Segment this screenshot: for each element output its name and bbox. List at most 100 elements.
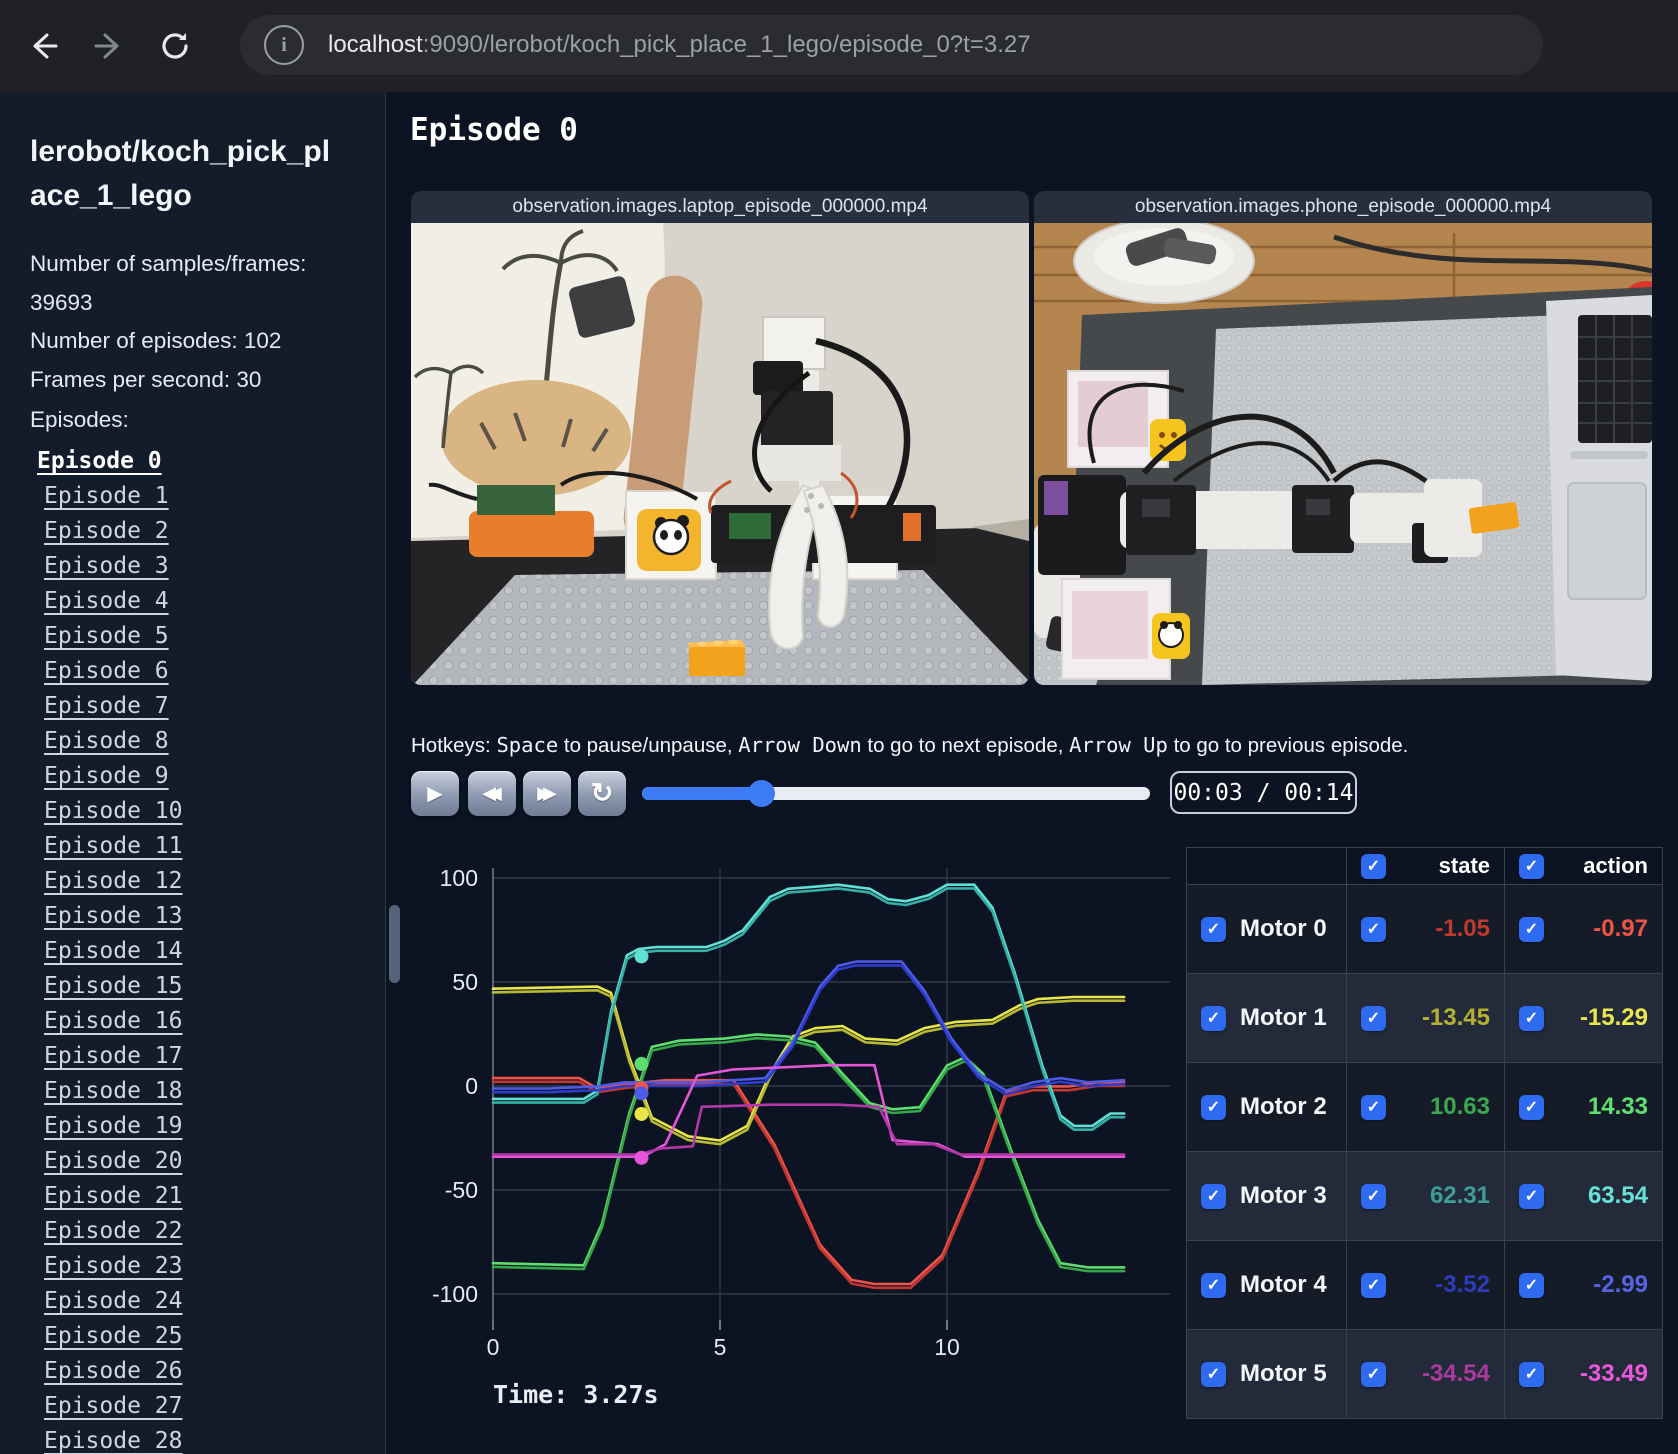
back-button[interactable]	[20, 23, 66, 69]
sidebar: lerobot/koch_pick_place_1_lego Number of…	[0, 92, 386, 1454]
svg-text:-100: -100	[432, 1281, 478, 1307]
episode-link-16[interactable]: Episode 16	[44, 1008, 182, 1034]
fast-forward-button[interactable]: ▶▶	[523, 771, 571, 816]
motor-3-action: ✓ 63.54	[1505, 1152, 1663, 1241]
motor-3-action-checkbox[interactable]: ✓	[1519, 1183, 1544, 1209]
episode-link-27[interactable]: Episode 27	[44, 1393, 182, 1419]
motor-1-action-checkbox[interactable]: ✓	[1519, 1005, 1544, 1031]
motor-0-state: ✓ -1.05	[1347, 885, 1505, 974]
url-host: localhost	[328, 31, 423, 58]
episode-link-15[interactable]: Episode 15	[44, 973, 182, 999]
motor-name: Motor 4	[1240, 1271, 1327, 1298]
episode-link-1[interactable]: Episode 1	[44, 483, 169, 509]
motor-5-checkbox[interactable]: ✓	[1201, 1361, 1226, 1387]
motor-0-state-checkbox[interactable]: ✓	[1361, 916, 1386, 942]
episode-heading: Episode 0	[410, 112, 578, 148]
episode-link-6[interactable]: Episode 6	[44, 658, 169, 684]
play-button[interactable]: ▶	[411, 771, 459, 816]
value: -3.52	[1435, 1271, 1490, 1298]
episode-link-2[interactable]: Episode 2	[44, 518, 169, 544]
motor-1-state-checkbox[interactable]: ✓	[1361, 1005, 1386, 1031]
episode-link-19[interactable]: Episode 19	[44, 1113, 182, 1139]
episode-link-11[interactable]: Episode 11	[44, 833, 182, 859]
motor-2-action-checkbox[interactable]: ✓	[1519, 1094, 1544, 1120]
episode-link-20[interactable]: Episode 20	[44, 1148, 182, 1174]
episode-link-12[interactable]: Episode 12	[44, 868, 182, 894]
motor-row-1-label: ✓ Motor 1	[1187, 974, 1347, 1063]
episode-link-13[interactable]: Episode 13	[44, 903, 182, 929]
motor-3-state-checkbox[interactable]: ✓	[1361, 1183, 1386, 1209]
stat-samples: Number of samples/frames: 39693	[30, 251, 307, 315]
episode-link-25[interactable]: Episode 25	[44, 1323, 182, 1349]
motor-chart[interactable]: 100 50 0 -50 -100 0 5 10	[410, 850, 1180, 1380]
episode-link-5[interactable]: Episode 5	[44, 623, 169, 649]
motor-2-state: ✓ 10.63	[1347, 1063, 1505, 1152]
motor-2-checkbox[interactable]: ✓	[1201, 1094, 1226, 1120]
table-header-action: ✓ action	[1505, 848, 1663, 885]
motor-4-state-checkbox[interactable]: ✓	[1361, 1272, 1386, 1298]
episode-link-18[interactable]: Episode 18	[44, 1078, 182, 1104]
loop-button[interactable]: ↻	[578, 771, 626, 816]
motor-0-action-checkbox[interactable]: ✓	[1519, 916, 1544, 942]
motor-3-checkbox[interactable]: ✓	[1201, 1183, 1226, 1209]
episode-link-10[interactable]: Episode 10	[44, 798, 182, 824]
reload-button[interactable]	[152, 23, 198, 69]
episode-link-24[interactable]: Episode 24	[44, 1288, 182, 1314]
episode-link-28[interactable]: Episode 28	[44, 1428, 182, 1454]
motor-5-action: ✓ -33.49	[1505, 1330, 1663, 1419]
hotkey-key: Arrow Up	[1069, 732, 1168, 757]
orange-lego-brick	[687, 639, 746, 676]
svg-text:0: 0	[487, 1334, 500, 1360]
motor-5-action-checkbox[interactable]: ✓	[1519, 1361, 1544, 1387]
episode-link-9[interactable]: Episode 9	[44, 763, 169, 789]
slider-fill	[642, 787, 761, 800]
stat-episodes: Number of episodes: 102	[30, 328, 282, 354]
episodes-label: Episodes:	[30, 406, 129, 432]
motor-0-checkbox[interactable]: ✓	[1201, 916, 1226, 942]
motor-table: ✓ state ✓ action ✓ Motor 0 ✓ -1.05 ✓ -0.97 ✓ Mo…	[1186, 847, 1663, 1419]
url-bar[interactable]: i localhost:9090/lerobot/koch_pick_place…	[240, 15, 1543, 75]
hotkeys-text: Hotkeys:	[411, 733, 497, 757]
url-text: localhost:9090/lerobot/koch_pick_place_1…	[328, 31, 1031, 59]
dataset-stats: Number of samples/frames: 39693 Number o…	[30, 245, 330, 400]
value: 10.63	[1429, 1093, 1490, 1120]
action-column-checkbox[interactable]: ✓	[1519, 853, 1544, 879]
site-info-icon[interactable]: i	[264, 25, 304, 65]
seek-slider[interactable]	[642, 778, 1150, 809]
table-header-state: ✓ state	[1347, 848, 1505, 885]
panda-open-box	[1061, 578, 1190, 680]
episode-link-14[interactable]: Episode 14	[44, 938, 182, 964]
episode-link-26[interactable]: Episode 26	[44, 1358, 182, 1384]
episode-link-0[interactable]: Episode 0	[37, 448, 162, 474]
motor-2-state-checkbox[interactable]: ✓	[1361, 1094, 1386, 1120]
motor-row-0-label: ✓ Motor 0	[1187, 885, 1347, 974]
episode-link-22[interactable]: Episode 22	[44, 1218, 182, 1244]
state-column-label: state	[1438, 853, 1490, 878]
state-column-checkbox[interactable]: ✓	[1361, 853, 1386, 879]
motor-1-checkbox[interactable]: ✓	[1201, 1005, 1226, 1031]
motor-name: Motor 0	[1240, 915, 1327, 942]
motor-4-checkbox[interactable]: ✓	[1201, 1272, 1226, 1298]
main-content: Episode 0 observation.images.laptop_epis…	[387, 92, 1678, 1454]
forward-button[interactable]	[86, 23, 132, 69]
url-path: :9090/lerobot/koch_pick_place_1_lego/epi…	[422, 31, 1031, 58]
time-display: 00:03 / 00:14	[1170, 771, 1357, 814]
motor-name: Motor 5	[1240, 1360, 1327, 1387]
motor-4-action-checkbox[interactable]: ✓	[1519, 1272, 1544, 1298]
motor-5-state: ✓ -34.54	[1347, 1330, 1505, 1419]
svg-text:10: 10	[934, 1334, 960, 1360]
episode-link-17[interactable]: Episode 17	[44, 1043, 182, 1069]
episode-link-8[interactable]: Episode 8	[44, 728, 169, 754]
episode-link-23[interactable]: Episode 23	[44, 1253, 182, 1279]
scrollbar-thumb[interactable]	[389, 905, 400, 983]
episode-link-21[interactable]: Episode 21	[44, 1183, 182, 1209]
episode-link-7[interactable]: Episode 7	[44, 693, 169, 719]
hotkeys-text: to pause/unpause,	[558, 733, 739, 757]
episode-link-3[interactable]: Episode 3	[44, 553, 169, 579]
slider-thumb[interactable]	[747, 780, 775, 807]
motor-5-state-checkbox[interactable]: ✓	[1361, 1361, 1386, 1387]
hotkeys-text: to go to next episode,	[861, 733, 1070, 757]
video-phone-frame	[1034, 223, 1652, 685]
rewind-button[interactable]: ◀◀	[468, 771, 516, 816]
episode-link-4[interactable]: Episode 4	[44, 588, 169, 614]
